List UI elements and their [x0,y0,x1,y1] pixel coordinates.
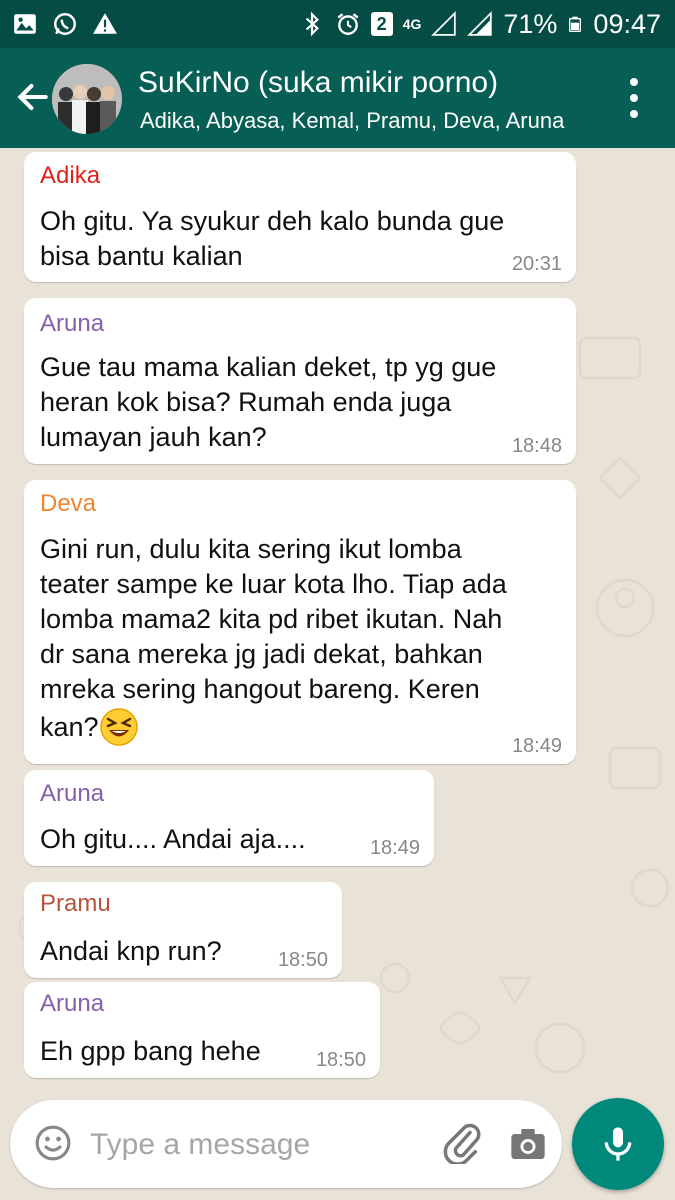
chat-area[interactable]: Adika Oh gitu. Ya syukur deh kalo bunda … [0,148,675,1200]
message-input[interactable] [88,1122,412,1168]
group-members[interactable]: Adika, Abyasa, Kemal, Pramu, Deva, Aruna [140,108,564,134]
clock: 09:47 [593,8,661,39]
message-sender: Aruna [40,780,105,807]
attachment-paperclip-icon[interactable] [442,1122,484,1164]
message-text: Oh gitu.... Andai aja.... [40,824,306,854]
gallery-notification-icon [14,14,36,34]
message-text: Eh gpp bang hehe [40,1036,261,1066]
chat-header: SuKirNo (suka mikir porno) Adika, Abyasa… [0,48,675,148]
emoji-icon[interactable] [34,1124,72,1162]
message-bubble[interactable]: Aruna Oh gitu.... Andai aja.... 18:49 [24,770,434,866]
message-text: Gue tau mama kalian deket, tp yg gue her… [40,352,497,452]
message-text: Oh gitu. Ya syukur deh kalo bunda gue bi… [40,206,505,271]
signal-icon-2 [467,11,493,36]
message-bubble[interactable]: Aruna Eh gpp bang hehe 18:50 [24,982,380,1078]
alarm-icon [337,13,359,35]
network-type: 4G [402,16,422,32]
microphone-icon [604,1127,632,1161]
message-sender: Pramu [40,890,111,917]
message-time: 18:49 [369,837,420,859]
message-time: 18:49 [511,735,562,757]
back-arrow-icon[interactable] [14,78,52,116]
message-sender: Aruna [40,310,105,337]
group-avatar[interactable] [52,64,122,134]
voice-record-button[interactable] [572,1098,664,1190]
message-bubble[interactable]: Aruna Gue tau mama kalian deket, tp yg g… [24,298,576,464]
group-photo-icon [52,64,122,134]
status-bar: 2 4G 71% 09:47 [0,0,675,48]
message-bubble[interactable]: Adika Oh gitu. Ya syukur deh kalo bunda … [24,152,576,282]
signal-icon-1 [431,11,457,36]
message-time: 18:50 [277,949,328,971]
message-text: Andai knp run? [40,936,222,966]
bluetooth-icon [305,11,319,37]
camera-icon[interactable] [508,1124,548,1164]
message-text: Gini run, dulu kita sering ikut lomba te… [40,532,507,747]
message-time: 18:48 [511,435,562,457]
battery-icon [569,16,582,32]
whatsapp-notification-icon [54,13,76,35]
message-time: 20:31 [511,253,562,275]
message-bubble[interactable]: Pramu Andai knp run? 18:50 [24,882,342,978]
message-sender: Aruna [40,990,105,1017]
message-sender: Deva [40,490,97,517]
laughing-squint-emoji-icon [99,708,138,746]
overflow-menu-icon[interactable] [622,78,646,118]
sim-badge: 2 [370,12,393,36]
message-time: 18:50 [315,1049,366,1071]
message-bubble[interactable]: Deva Gini run, dulu kita sering ikut lom… [24,480,576,764]
warning-notification-icon [93,13,117,34]
message-composer [10,1100,562,1188]
group-title[interactable]: SuKirNo (suka mikir porno) [138,66,498,100]
message-sender: Adika [40,162,101,189]
battery-percent: 71% [503,8,558,39]
